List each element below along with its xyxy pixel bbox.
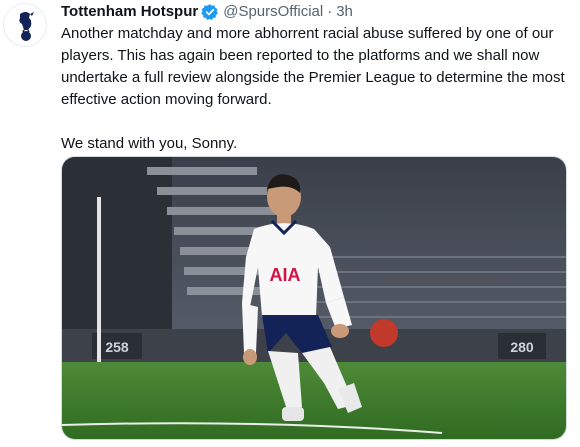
tweet-header: Tottenham Hotspur @SpursOfficial · 3h xyxy=(61,2,353,22)
stand-sign-right: 280 xyxy=(510,339,534,355)
tweet-text: Another matchday and more abhorrent raci… xyxy=(61,23,573,155)
shirt-sponsor-text: AIA xyxy=(270,265,301,285)
spurs-crest-icon xyxy=(19,12,34,41)
player-kneeling-photo: 258 280 AIA xyxy=(62,157,566,439)
avatar[interactable] xyxy=(3,3,47,47)
display-name[interactable]: Tottenham Hotspur xyxy=(61,2,198,22)
separator-dot: · xyxy=(327,3,333,20)
tweet-paragraph: We stand with you, Sonny. xyxy=(61,135,238,152)
handle[interactable]: @SpursOfficial xyxy=(223,2,323,22)
stand-sign-left: 258 xyxy=(105,339,129,355)
verified-badge-icon xyxy=(201,3,219,21)
timestamp[interactable]: 3h xyxy=(336,2,353,22)
tweet-paragraph: Another matchday and more abhorrent raci… xyxy=(61,25,565,108)
tweet-media-photo[interactable]: 258 280 AIA xyxy=(61,156,567,440)
